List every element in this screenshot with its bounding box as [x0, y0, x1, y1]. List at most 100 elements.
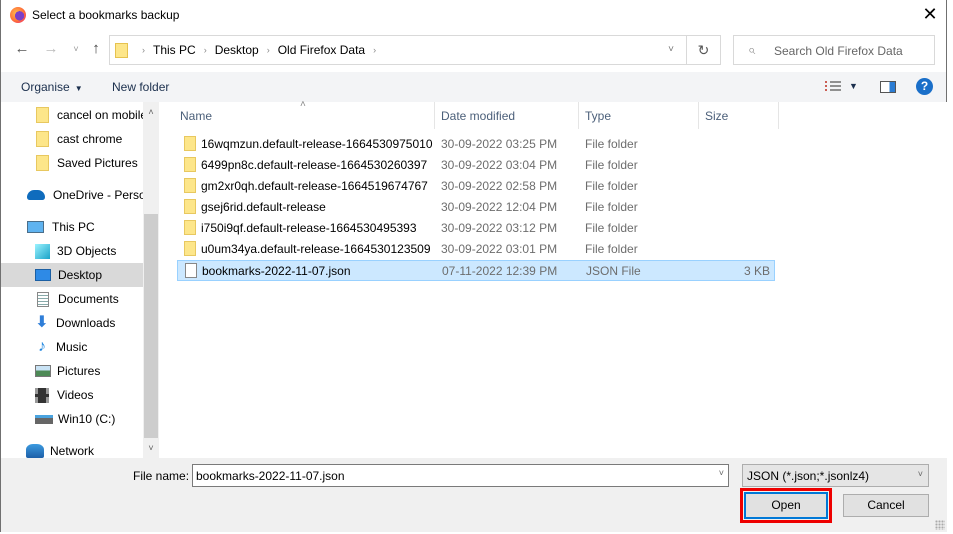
- file-row[interactable]: u0um34ya.default-release-1664530123509 3…: [177, 239, 775, 260]
- sidebar-item-downloads[interactable]: ⬇ Downloads: [1, 311, 143, 335]
- column-divider[interactable]: [698, 102, 699, 129]
- dialog-footer: File name: bookmarks-2022-11-07.json ˅ J…: [1, 458, 947, 532]
- folder-icon: [36, 155, 49, 171]
- sidebar-item-onedrive[interactable]: OneDrive - Personal: [1, 183, 143, 207]
- preview-pane-icon[interactable]: [880, 81, 896, 93]
- breadcrumb-old-firefox-data[interactable]: Old Firefox Data: [278, 43, 365, 57]
- file-name-input[interactable]: bookmarks-2022-11-07.json ˅: [192, 464, 729, 487]
- scroll-up-button[interactable]: ˄: [143, 104, 159, 120]
- sidebar-item-saved-pictures[interactable]: Saved Pictures: [1, 151, 143, 175]
- breadcrumb-this-pc[interactable]: This PC: [153, 43, 196, 57]
- this-pc-icon: [27, 221, 44, 233]
- onedrive-icon: [27, 190, 45, 200]
- sidebar-item-this-pc[interactable]: This PC: [1, 215, 143, 239]
- file-date: 07-11-2022 12:39 PM: [442, 264, 558, 278]
- column-divider[interactable]: [778, 102, 779, 129]
- folder-icon: [36, 107, 49, 123]
- file-size: 3 KB: [743, 264, 770, 278]
- cancel-button[interactable]: Cancel: [843, 494, 929, 517]
- open-button[interactable]: Open: [744, 492, 828, 519]
- folder-icon: [184, 178, 196, 193]
- file-name: gm2xr0qh.default-release-1664519674767: [201, 179, 428, 193]
- dialog-title: Select a bookmarks backup: [32, 8, 180, 22]
- folder-icon: [184, 199, 196, 214]
- file-row[interactable]: gm2xr0qh.default-release-1664519674767 3…: [177, 176, 775, 197]
- file-date: 30-09-2022 03:12 PM: [441, 221, 558, 235]
- documents-icon: [37, 291, 49, 307]
- file-row[interactable]: i750i9qf.default-release-1664530495393 3…: [177, 218, 775, 239]
- pictures-icon: [35, 365, 51, 377]
- sidebar-item-cancel-on-mobile[interactable]: cancel on mobile: [1, 103, 143, 127]
- file-type: File folder: [585, 242, 638, 256]
- sidebar-item-documents[interactable]: Documents: [1, 287, 143, 311]
- scroll-down-button[interactable]: ˅: [143, 440, 159, 456]
- folder-icon: [184, 136, 196, 151]
- file-row[interactable]: 16wqmzun.default-release-1664530975010 3…: [177, 134, 775, 155]
- folder-icon: [115, 43, 128, 58]
- view-options-dropdown[interactable]: ▼: [849, 81, 858, 91]
- recent-locations-button[interactable]: ˅: [67, 39, 85, 59]
- file-type: File folder: [585, 200, 638, 214]
- file-name: bookmarks-2022-11-07.json: [202, 264, 351, 278]
- column-header-date-modified[interactable]: Date modified: [436, 102, 578, 129]
- search-icon: ⌕: [748, 42, 756, 57]
- view-details-icon[interactable]: [825, 81, 841, 93]
- search-input[interactable]: ⌕ Search Old Firefox Data: [733, 35, 935, 65]
- column-header-name[interactable]: Name: [175, 102, 435, 129]
- breadcrumb-desktop[interactable]: Desktop: [215, 43, 259, 57]
- chevron-down-icon: ˅: [917, 469, 923, 479]
- file-type-value: JSON (*.json;*.jsonlz4): [747, 469, 870, 483]
- file-date: 30-09-2022 12:04 PM: [441, 200, 558, 214]
- scrollbar-thumb[interactable]: [144, 214, 158, 438]
- file-type-select[interactable]: JSON (*.json;*.jsonlz4) ˅: [742, 464, 929, 487]
- navigation-pane: cancel on mobile cast chrome Saved Pictu…: [1, 102, 159, 458]
- folder-icon: [36, 131, 49, 147]
- column-divider[interactable]: [434, 102, 435, 129]
- chevron-down-icon[interactable]: ˅: [719, 468, 724, 478]
- resize-grip[interactable]: [935, 520, 945, 530]
- column-header-type[interactable]: Type: [580, 102, 698, 129]
- network-icon: [26, 444, 44, 458]
- help-icon[interactable]: ?: [916, 78, 933, 95]
- file-name: i750i9qf.default-release-1664530495393: [201, 221, 417, 235]
- up-button[interactable]: ↑: [87, 39, 105, 59]
- file-name-label: File name:: [133, 469, 190, 483]
- file-type: File folder: [585, 158, 638, 172]
- file-type: File folder: [585, 179, 638, 193]
- file-name: 16wqmzun.default-release-1664530975010: [201, 137, 433, 151]
- address-bar[interactable]: › This PC › Desktop › Old Firefox Data ›…: [109, 35, 721, 65]
- back-button[interactable]: ←: [13, 39, 31, 59]
- chevron-right-icon[interactable]: ›: [204, 45, 207, 55]
- address-dropdown-button[interactable]: ˅: [658, 36, 684, 64]
- file-list: ˄ Name Date modified Type Size 16wqmzun.…: [161, 99, 947, 458]
- file-date: 30-09-2022 03:25 PM: [441, 137, 558, 151]
- refresh-button[interactable]: ↻: [686, 36, 720, 64]
- close-button[interactable]: ✕: [918, 3, 942, 25]
- sidebar-item-desktop[interactable]: Desktop: [1, 263, 143, 287]
- new-folder-button[interactable]: New folder: [112, 80, 169, 94]
- organise-button[interactable]: Organise ▼: [21, 80, 83, 94]
- folder-icon: [184, 241, 196, 256]
- sidebar-item-win10-c[interactable]: Win10 (C:): [1, 407, 143, 431]
- sidebar-item-music[interactable]: ♪ Music: [1, 335, 143, 359]
- file-row[interactable]: gsej6rid.default-release 30-09-2022 12:0…: [177, 197, 775, 218]
- column-divider[interactable]: [578, 102, 579, 129]
- sidebar-item-pictures[interactable]: Pictures: [1, 359, 143, 383]
- chevron-right-icon[interactable]: ›: [373, 45, 376, 55]
- chevron-right-icon[interactable]: ›: [142, 45, 145, 55]
- folder-icon: [184, 220, 196, 235]
- file-name: gsej6rid.default-release: [201, 200, 326, 214]
- sidebar-item-3d-objects[interactable]: 3D Objects: [1, 239, 143, 263]
- sidebar-item-network[interactable]: Network: [1, 439, 143, 458]
- column-header-size[interactable]: Size: [700, 102, 778, 129]
- sidebar-item-videos[interactable]: Videos: [1, 383, 143, 407]
- file-date: 30-09-2022 03:04 PM: [441, 158, 558, 172]
- forward-button[interactable]: →: [42, 39, 60, 59]
- file-row[interactable]: 6499pn8c.default-release-1664530260397 3…: [177, 155, 775, 176]
- sidebar-scrollbar[interactable]: ˄ ˅: [143, 102, 159, 458]
- file-type: JSON File: [586, 264, 641, 278]
- file-row-selected[interactable]: bookmarks-2022-11-07.json 07-11-2022 12:…: [177, 260, 775, 281]
- downloads-icon: ⬇: [35, 314, 49, 331]
- sidebar-item-cast-chrome[interactable]: cast chrome: [1, 127, 143, 151]
- chevron-right-icon[interactable]: ›: [267, 45, 270, 55]
